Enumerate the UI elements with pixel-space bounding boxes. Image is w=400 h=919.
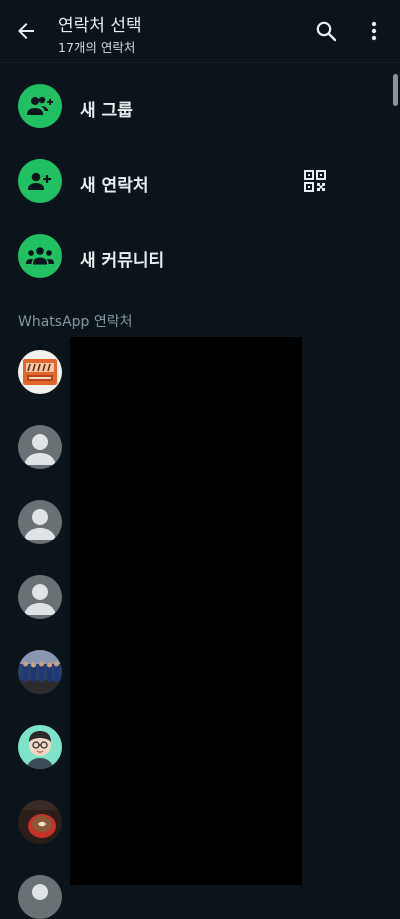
group-add-icon [18, 84, 62, 128]
back-arrow-icon[interactable] [14, 19, 38, 43]
contact-avatar[interactable] [18, 725, 62, 769]
new-community-row[interactable]: 새 커뮤니티 [0, 220, 390, 295]
default-avatar[interactable] [18, 425, 62, 469]
person-add-icon [18, 159, 62, 203]
scrollbar-track[interactable] [393, 62, 400, 885]
contact-avatar[interactable] [18, 350, 62, 394]
new-community-label: 새 커뮤니티 [80, 251, 165, 271]
community-icon [18, 234, 62, 278]
contact-avatar[interactable] [18, 650, 62, 694]
page-title: 연락처 선택 [58, 16, 142, 36]
default-avatar[interactable] [18, 875, 62, 919]
contact-avatar[interactable] [18, 800, 62, 844]
scrollbar-thumb[interactable] [393, 74, 398, 106]
section-header: WhatsApp 연락처 [18, 314, 133, 330]
new-group-row[interactable]: 새 그룹 [0, 70, 390, 145]
qr-code-icon[interactable] [304, 170, 326, 192]
new-contact-label: 새 연락처 [80, 176, 149, 196]
new-contact-row[interactable]: 새 연락처 [0, 145, 390, 220]
default-avatar[interactable] [18, 500, 62, 544]
redacted-contact-names [70, 337, 302, 885]
default-avatar[interactable] [18, 575, 62, 619]
app-bar: 연락처 선택 17개의 연락처 [0, 0, 400, 63]
contact-count: 17개의 연락처 [58, 40, 136, 55]
new-group-label: 새 그룹 [80, 101, 133, 121]
search-icon[interactable] [314, 19, 338, 43]
more-options-icon[interactable] [364, 19, 384, 43]
